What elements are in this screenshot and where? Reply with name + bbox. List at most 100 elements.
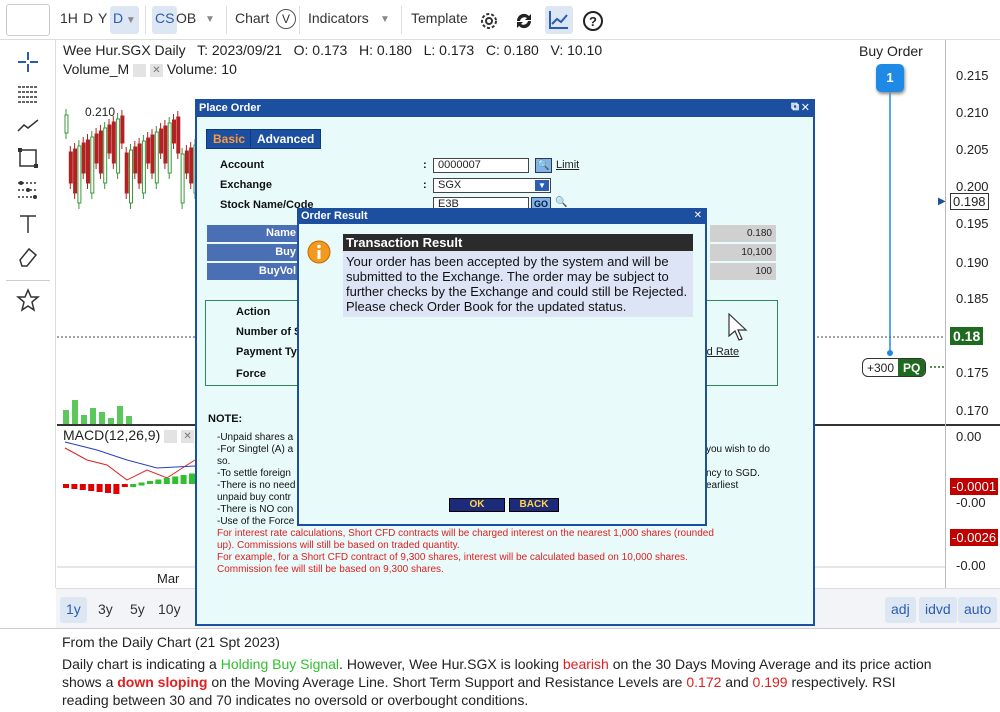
text: and xyxy=(721,674,753,690)
note-line: so. xyxy=(217,456,231,467)
gear-icon[interactable] xyxy=(478,10,500,32)
price-axis: 0.215 0.210 0.205 0.200 0.195 0.190 0.18… xyxy=(938,40,1000,588)
red-note-line: Commission fee will still be based on 9,… xyxy=(217,564,444,575)
candle xyxy=(167,122,172,174)
macd-bar xyxy=(79,484,86,490)
down-sloping-text: down sloping xyxy=(117,674,208,690)
top-toolbar: 1H D Y D ▼ CS OB ▼ Chart V Indicators ▼ … xyxy=(0,0,1000,40)
text-tool-icon[interactable] xyxy=(16,212,40,236)
line-chart-icon xyxy=(549,11,568,29)
note-line: ncy to SGD. xyxy=(706,468,760,479)
chart-type-badge[interactable]: V xyxy=(276,9,296,29)
buyvol-header: BuyVol xyxy=(207,263,300,280)
indicators-button[interactable]: Indicators xyxy=(308,10,369,26)
idvd-button[interactable]: idvd xyxy=(919,597,957,623)
chevron-down-icon[interactable]: ▼ xyxy=(380,14,390,25)
period-selected-dropdown[interactable]: D ▼ xyxy=(110,6,139,34)
divider xyxy=(401,6,402,34)
ob-button[interactable]: OB xyxy=(176,10,196,26)
account-field[interactable]: 0000007 xyxy=(433,158,529,173)
back-button[interactable]: BACK xyxy=(509,498,559,512)
colon: : xyxy=(423,179,427,191)
dialog-titlebar[interactable]: Place Order ⧉ ✕ xyxy=(197,101,813,117)
volume-bar xyxy=(63,410,69,424)
exchange-select[interactable]: SGX ▼ xyxy=(433,178,551,193)
candle xyxy=(116,118,121,174)
settings-icon[interactable] xyxy=(164,429,178,443)
tick-label: 0.200 xyxy=(956,179,989,194)
text: . However, Wee Hur.SGX is looking xyxy=(339,656,563,672)
refresh-icon[interactable] xyxy=(513,10,535,32)
dialog-titlebar[interactable]: Order Result ✕ xyxy=(299,210,705,224)
help-icon[interactable]: ? xyxy=(582,10,604,32)
exchange-value: SGX xyxy=(438,179,462,191)
auto-button[interactable]: auto xyxy=(958,597,998,623)
candle xyxy=(146,137,151,164)
macd-label: MACD(12,26,9) xyxy=(63,427,161,443)
note-line: -Use of the Force xyxy=(217,516,295,527)
range-3y[interactable]: 3y xyxy=(92,597,119,623)
number-label: Number of S xyxy=(236,326,302,338)
close-icon[interactable]: ✕ xyxy=(181,429,195,443)
tab-basic[interactable]: Basic xyxy=(206,129,253,149)
note-title: NOTE: xyxy=(208,413,243,425)
line-chart-toggle[interactable] xyxy=(545,6,573,34)
pointer-triangle-icon: ▶ xyxy=(938,196,946,207)
period-d[interactable]: D xyxy=(83,10,93,26)
eraser-icon[interactable] xyxy=(16,244,40,268)
candle xyxy=(137,143,142,184)
rate-link[interactable]: rd Rate xyxy=(703,346,739,358)
ok-button[interactable]: OK xyxy=(449,498,505,512)
limit-link[interactable]: Limit xyxy=(556,159,579,171)
commentary-text: Daily chart is indicating a Holding Buy … xyxy=(62,655,938,709)
settings-icon[interactable] xyxy=(133,63,147,77)
range-1y[interactable]: 1y xyxy=(60,597,87,623)
bearish-text: bearish xyxy=(562,656,609,672)
candle xyxy=(103,127,108,184)
candle xyxy=(86,139,90,184)
period-y[interactable]: Y xyxy=(98,10,107,26)
cs-button[interactable]: CS xyxy=(152,6,178,34)
candle xyxy=(133,146,138,174)
close-icon[interactable]: ✕ xyxy=(694,210,702,221)
close-icon[interactable]: ✕ xyxy=(801,101,810,114)
search-icon[interactable]: 🔍 xyxy=(535,158,552,173)
volume-bar xyxy=(81,415,87,424)
tab-advanced[interactable]: Advanced xyxy=(250,129,322,149)
range-10y[interactable]: 10y xyxy=(152,597,187,623)
account-label: Account xyxy=(220,159,264,171)
volume-legend: Volume_M ✕ Volume: 10 xyxy=(63,61,237,77)
symbol-box[interactable] xyxy=(6,4,50,36)
fibonacci-icon[interactable] xyxy=(16,178,40,202)
tick-label: 0.190 xyxy=(956,255,989,270)
candle xyxy=(159,128,164,154)
period-1h[interactable]: 1H xyxy=(60,10,78,26)
candle xyxy=(189,147,194,184)
volume-indicator-label: Volume_M xyxy=(63,61,130,77)
colon: : xyxy=(423,159,427,171)
volume-bar xyxy=(90,408,96,424)
candle xyxy=(129,149,133,204)
note-line: -To settle foreign xyxy=(217,468,291,479)
range-5y[interactable]: 5y xyxy=(124,597,151,623)
trend-line-icon[interactable] xyxy=(16,114,40,138)
buy-order-marker[interactable]: 1 xyxy=(876,64,904,92)
adj-button[interactable]: adj xyxy=(885,597,916,623)
order-tag[interactable]: +300 PQ xyxy=(862,358,927,377)
restore-icon[interactable]: ⧉ xyxy=(791,101,799,114)
horizontal-lines-icon[interactable] xyxy=(16,82,40,106)
rectangle-icon[interactable] xyxy=(16,146,40,170)
chart-button[interactable]: Chart xyxy=(235,10,269,26)
note-line: -For Singtel (A) a xyxy=(217,444,294,455)
macd-bar xyxy=(113,484,120,494)
candle xyxy=(98,130,103,174)
template-button[interactable]: Template xyxy=(411,10,468,26)
chevron-down-icon[interactable]: ▼ xyxy=(205,14,215,25)
macd-marker: -0.0026 xyxy=(950,529,999,546)
crosshair-icon[interactable] xyxy=(16,50,40,74)
buy-header: Buy xyxy=(207,244,300,261)
tick-label: 0.215 xyxy=(956,68,989,83)
divider xyxy=(226,6,227,34)
star-icon[interactable] xyxy=(16,288,40,312)
close-icon[interactable]: ✕ xyxy=(149,63,163,77)
